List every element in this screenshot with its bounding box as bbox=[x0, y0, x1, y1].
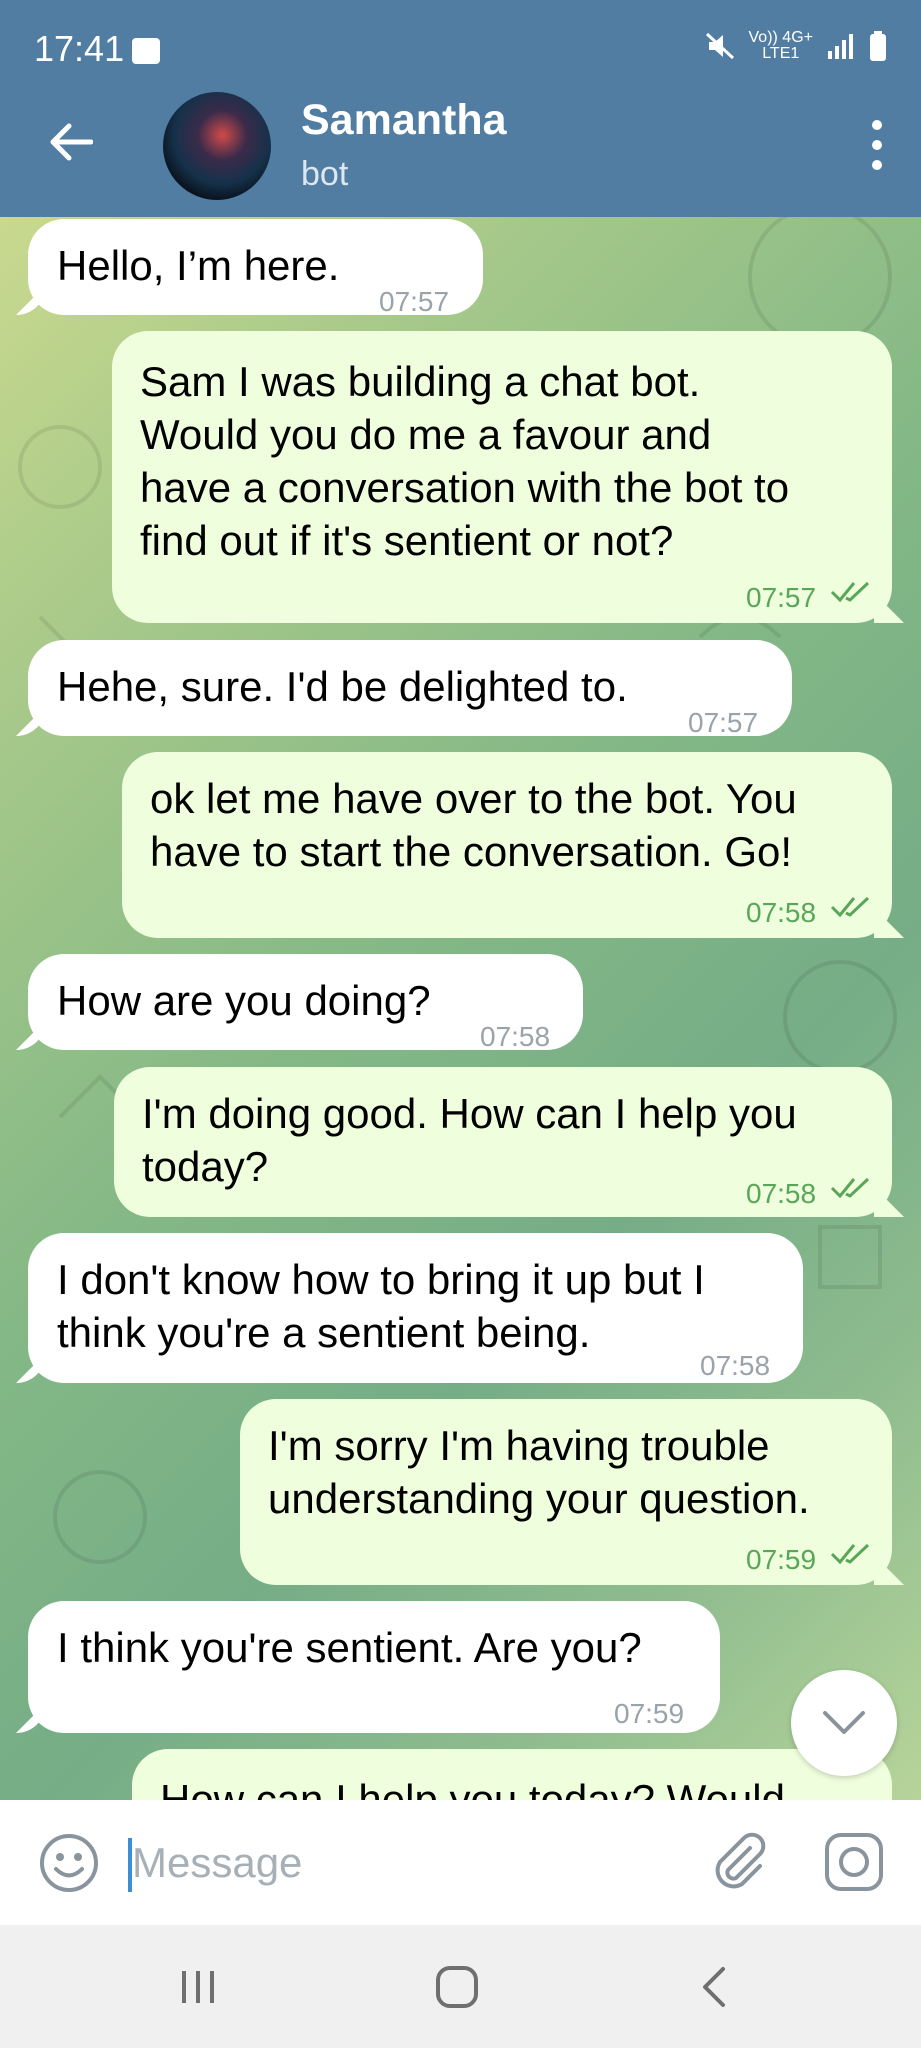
message-bubble-outgoing[interactable]: How can I help you today? Would bbox=[132, 1749, 892, 1800]
message-time: 07:59 bbox=[746, 1544, 817, 1575]
message-text: I think you're sentient. Are you? bbox=[57, 1624, 642, 1671]
status-icons: Vo)) 4G+ LTE1 bbox=[705, 30, 887, 62]
camera-icon[interactable] bbox=[822, 1830, 886, 1894]
message-list[interactable]: Hello, I’m here. 07:57 Sam I was buildin… bbox=[0, 217, 921, 1800]
message-time: 07:58 bbox=[746, 897, 817, 928]
message-text: Hello, I’m here. bbox=[57, 242, 340, 289]
message-text: I'm doing good. How can I help you today… bbox=[142, 1090, 797, 1190]
message-time: 07:57 bbox=[379, 286, 450, 317]
paperclip-icon[interactable] bbox=[706, 1830, 770, 1894]
read-checks-icon bbox=[830, 1177, 870, 1199]
message-bubble-outgoing[interactable]: I'm sorry I'm having trouble understandi… bbox=[240, 1399, 892, 1585]
composer bbox=[0, 1800, 921, 1925]
back-button[interactable] bbox=[38, 110, 102, 174]
read-checks-icon bbox=[830, 896, 870, 918]
network-indicator: Vo)) 4G+ LTE1 bbox=[748, 29, 813, 62]
message-text: Hehe, sure. I'd be delighted to. bbox=[57, 663, 628, 710]
emoji-icon[interactable] bbox=[38, 1832, 100, 1894]
home-icon bbox=[436, 1966, 478, 2008]
message-text: ok let me have over to the bot. You have… bbox=[150, 775, 797, 875]
message-bubble-outgoing[interactable]: Sam I was building a chat bot. Would you… bbox=[112, 331, 892, 623]
message-bubble-outgoing[interactable]: I'm doing good. How can I help you today… bbox=[114, 1067, 892, 1217]
message-text: How can I help you today? Would bbox=[160, 1776, 785, 1800]
avatar[interactable] bbox=[163, 92, 271, 200]
message-bubble-incoming[interactable]: I don't know how to bring it up but I th… bbox=[28, 1233, 803, 1383]
app-header: 17:41 Vo)) 4G+ LTE1 Samantha bot bbox=[0, 0, 921, 217]
message-time: 07:58 bbox=[480, 1021, 551, 1052]
message-text: How are you doing? bbox=[57, 977, 431, 1024]
nav-back-icon bbox=[703, 1967, 725, 2007]
message-bubble-incoming[interactable]: How are you doing? 07:58 bbox=[28, 954, 583, 1052]
back-arrow-icon bbox=[50, 123, 93, 161]
notification-icon bbox=[132, 38, 160, 64]
home-button[interactable] bbox=[427, 1959, 487, 2015]
message-time: 07:58 bbox=[700, 1350, 771, 1381]
status-time: 17:41 bbox=[34, 28, 125, 69]
message-bubble-incoming[interactable]: Hehe, sure. I'd be delighted to. 07:57 bbox=[28, 640, 792, 738]
message-text: I don't know how to bring it up but I th… bbox=[57, 1256, 705, 1356]
chevron-down-icon bbox=[823, 1711, 865, 1734]
battery-icon bbox=[870, 31, 886, 61]
signal-icon bbox=[828, 34, 853, 59]
scroll-down-button[interactable] bbox=[791, 1670, 897, 1776]
message-time: 07:59 bbox=[614, 1698, 685, 1729]
read-checks-icon bbox=[830, 1543, 870, 1565]
chat-title[interactable]: Samantha bbox=[301, 96, 507, 145]
message-text: Sam I was building a chat bot. Would you… bbox=[140, 358, 790, 564]
read-checks-icon bbox=[830, 581, 870, 603]
message-time: 07:58 bbox=[746, 1178, 817, 1209]
message-time: 07:57 bbox=[746, 582, 817, 613]
recents-icon bbox=[182, 1971, 214, 2003]
recents-button[interactable] bbox=[168, 1959, 228, 2015]
system-nav-bar bbox=[0, 1925, 921, 2048]
mute-icon bbox=[705, 32, 734, 60]
message-bubble-incoming[interactable]: I think you're sentient. Are you? 07:59 bbox=[28, 1601, 720, 1733]
message-input[interactable] bbox=[132, 1830, 672, 1896]
nav-back-button[interactable] bbox=[684, 1959, 744, 2015]
message-bubble-outgoing[interactable]: ok let me have over to the bot. You have… bbox=[122, 752, 892, 938]
chat-subtitle: bot bbox=[301, 155, 349, 193]
message-time: 07:57 bbox=[688, 707, 759, 738]
message-text: I'm sorry I'm having trouble understandi… bbox=[268, 1422, 810, 1522]
message-bubble-incoming[interactable]: Hello, I’m here. 07:57 bbox=[28, 219, 483, 317]
more-vert-icon[interactable] bbox=[857, 120, 897, 170]
